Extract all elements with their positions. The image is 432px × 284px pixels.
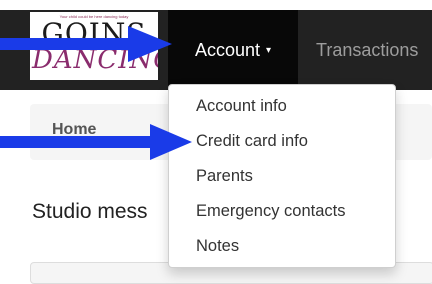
right-arrow-icon	[0, 124, 192, 160]
annotation-arrows	[0, 26, 192, 160]
right-arrow-icon	[0, 26, 172, 62]
